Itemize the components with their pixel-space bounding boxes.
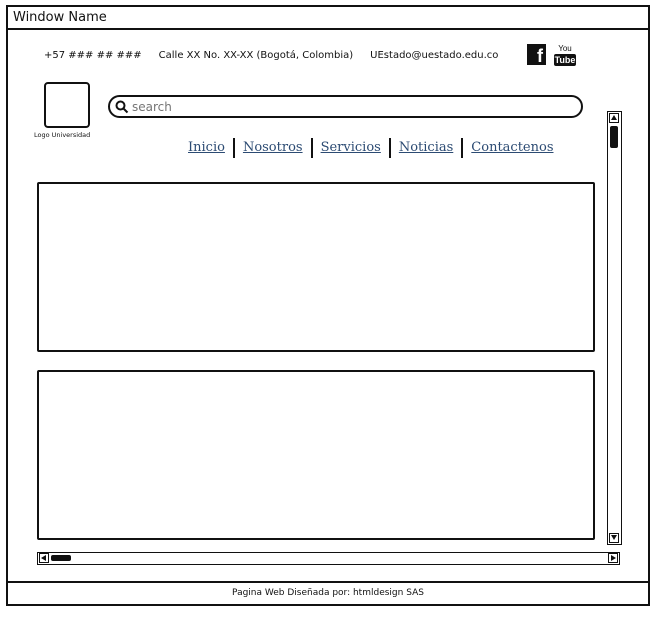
- scroll-right-icon[interactable]: [608, 553, 618, 563]
- search-icon: [115, 100, 129, 113]
- address: Calle XX No. XX-XX (Bogotá, Colombia): [158, 50, 354, 61]
- horizontal-scroll-thumb[interactable]: [51, 555, 71, 561]
- logo-label: Logo Universidad: [34, 131, 91, 139]
- nav-item-nosotros[interactable]: Nosotros: [232, 138, 311, 158]
- vertical-scrollbar[interactable]: [607, 111, 622, 545]
- scroll-down-icon[interactable]: [609, 533, 619, 543]
- contact-info: +57 ### ## ### Calle XX No. XX-XX (Bogot…: [44, 50, 515, 61]
- phone-number: +57 ### ## ###: [44, 50, 142, 61]
- browser-window: Window Name +57 ### ## ### Calle XX No. …: [6, 5, 650, 606]
- page-footer: Pagina Web Diseñada por: htmldesign SAS: [8, 581, 648, 604]
- scroll-left-icon[interactable]: [39, 553, 49, 563]
- nav-item-noticias[interactable]: Noticias: [388, 138, 461, 158]
- search-input[interactable]: [132, 99, 572, 114]
- horizontal-scrollbar[interactable]: [37, 552, 620, 565]
- university-logo[interactable]: [44, 82, 90, 128]
- social-links: f You Tube: [527, 44, 576, 70]
- vertical-scroll-thumb[interactable]: [610, 126, 618, 148]
- nav-item-inicio[interactable]: Inicio: [188, 138, 233, 158]
- nav-item-contactenos[interactable]: Contactenos: [461, 138, 561, 158]
- page-content: +57 ### ## ### Calle XX No. XX-XX (Bogot…: [8, 30, 648, 585]
- email-address[interactable]: UEstado@uestado.edu.co: [370, 50, 498, 61]
- youtube-icon-top: You: [558, 44, 572, 53]
- facebook-icon[interactable]: f: [527, 44, 546, 66]
- window-title: Window Name: [8, 7, 648, 30]
- main-nav: Inicio Nosotros Servicios Noticias Conta…: [188, 138, 562, 158]
- content-panel: [37, 182, 595, 352]
- search-bar[interactable]: [108, 95, 583, 118]
- scroll-up-icon[interactable]: [609, 113, 619, 123]
- youtube-icon-bottom: Tube: [554, 54, 576, 66]
- content-panel: [37, 370, 595, 540]
- nav-item-servicios[interactable]: Servicios: [310, 138, 389, 158]
- youtube-icon[interactable]: You Tube: [554, 44, 576, 70]
